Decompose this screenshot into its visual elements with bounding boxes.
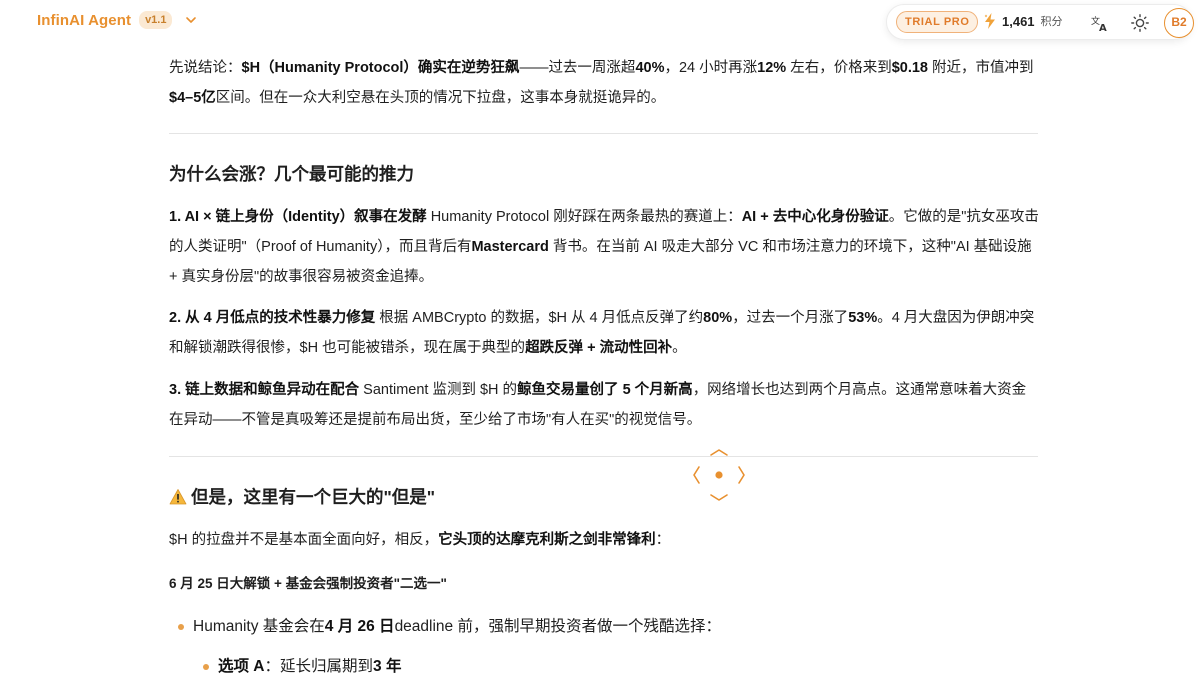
section-heading-but-text: 但是，这里有一个巨大的"但是" bbox=[191, 487, 436, 507]
reason-1-paragraph: 1. AI × 链上身份（Identity）叙事在发酵 Humanity Pro… bbox=[169, 209, 1039, 285]
subheading-unlock: 6 月 25 日大解锁 + 基金会强制投资者"二选一" bbox=[169, 576, 447, 591]
conclusion-paragraph: 先说结论：$H（Humanity Protocol）确实在逆势狂飙——过去一周涨… bbox=[169, 60, 1034, 106]
account-toolbar: TRIAL PRO 1,461 积分 文 A B2 bbox=[886, 4, 1194, 40]
chevron-down-icon[interactable] bbox=[184, 13, 198, 27]
section-heading-why: 为什么会涨？几个最可能的推力 bbox=[169, 164, 414, 184]
top-bar: InfinAI Agent v1.1 TRIAL PRO 1,461 积分 文 … bbox=[0, 0, 1200, 44]
svg-text:A: A bbox=[1099, 23, 1107, 33]
warning-icon bbox=[169, 488, 187, 504]
focus-target-icon[interactable] bbox=[693, 449, 745, 501]
lightning-icon bbox=[984, 13, 995, 29]
divider bbox=[169, 456, 1038, 457]
translate-icon[interactable]: 文 A bbox=[1090, 13, 1110, 33]
section-heading-but: 但是，这里有一个巨大的"但是" bbox=[169, 484, 435, 509]
sun-icon[interactable] bbox=[1130, 13, 1150, 33]
reason-3-paragraph: 3. 链上数据和鲸鱼异动在配合 Santiment 监测到 $H 的鲸鱼交易量创… bbox=[169, 382, 1027, 428]
divider bbox=[169, 133, 1038, 134]
list-item: 选项 A ：延长归属期到 3 年 bbox=[203, 653, 401, 681]
brand[interactable]: InfinAI Agent v1.1 bbox=[37, 11, 198, 29]
bullet-dot bbox=[178, 624, 184, 630]
version-badge: v1.1 bbox=[139, 11, 173, 29]
brand-name: InfinAI Agent bbox=[37, 11, 132, 29]
points-value: 1,461 bbox=[1002, 13, 1035, 29]
pump-context-paragraph: $H 的拉盘并不是基本面全面向好，相反，它头顶的达摩克利斯之剑非常锋利： bbox=[169, 532, 671, 548]
reason-2-paragraph: 2. 从 4 月低点的技术性暴力修复 根据 AMBCrypto 的数据，$H 从… bbox=[169, 310, 1035, 356]
points-label: 积分 bbox=[1040, 16, 1063, 28]
list-item: Humanity 基金会在 4 月 26 日 deadline 前，强制早期投资者… bbox=[178, 613, 721, 641]
avatar[interactable]: B2 bbox=[1164, 8, 1194, 38]
bullet-dot bbox=[203, 664, 209, 670]
points-display[interactable]: 1,461 积分 bbox=[982, 12, 1063, 30]
trial-pro-badge[interactable]: TRIAL PRO bbox=[896, 11, 979, 33]
